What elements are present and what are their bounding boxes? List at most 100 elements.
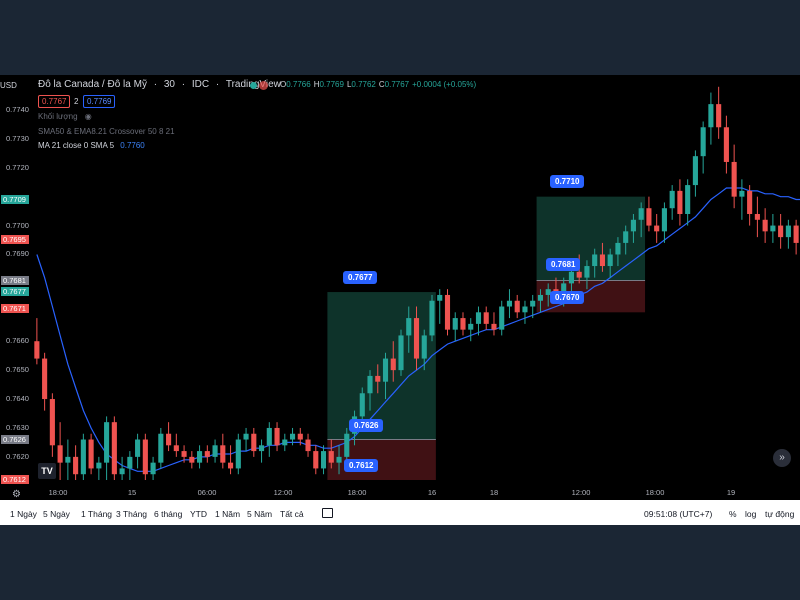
candle-25 xyxy=(228,462,234,469)
timeframe-tab[interactable]: 1 Năm xyxy=(215,509,240,519)
price-tag: 0.7626 xyxy=(1,434,29,444)
candle-59 xyxy=(491,323,497,330)
auto-toggle[interactable]: tự động xyxy=(765,509,794,519)
timeframe-tab[interactable]: 3 Tháng xyxy=(116,509,147,519)
candle-93 xyxy=(754,214,760,220)
target-price-label-1[interactable]: 0.7677 xyxy=(343,271,378,284)
candle-43 xyxy=(367,375,373,394)
timeframe-tab[interactable]: 5 Ngày xyxy=(43,509,70,519)
price-tag: 0.7681 xyxy=(1,275,29,285)
candle-31 xyxy=(274,427,280,446)
candle-51 xyxy=(429,300,435,336)
chevron-double-right-icon[interactable]: » xyxy=(773,449,791,467)
candle-29 xyxy=(258,445,265,452)
candle-23 xyxy=(212,445,218,457)
candle-2 xyxy=(49,399,55,446)
price-tick-label: 0.7690 xyxy=(6,249,29,259)
price-tick-label: 0.7640 xyxy=(6,394,29,404)
candle-87 xyxy=(708,104,714,128)
ohlc-value: 0.7766 xyxy=(286,80,311,89)
chart-area[interactable]: USD Đô la Canada / Đô la Mỹ · 30 · IDC ·… xyxy=(0,75,800,525)
candle-27 xyxy=(243,433,249,440)
timeframe-tab[interactable]: 6 tháng xyxy=(154,509,182,519)
candle-8 xyxy=(96,462,102,469)
candle-30 xyxy=(266,427,272,446)
candle-46 xyxy=(390,358,396,371)
clock-label[interactable]: 09:51:08 (UTC+7) xyxy=(644,509,712,519)
time-tick-label: 12:00 xyxy=(273,488,293,497)
candle-55 xyxy=(460,318,466,330)
candle-33 xyxy=(289,433,296,440)
candle-69 xyxy=(568,271,575,284)
time-tick-label: 16 xyxy=(427,488,437,497)
candle-91 xyxy=(739,190,745,197)
candle-75 xyxy=(615,242,621,255)
price-chart[interactable] xyxy=(0,75,800,500)
candle-44 xyxy=(375,375,381,382)
candle-11 xyxy=(119,468,125,475)
candle-54 xyxy=(452,318,458,330)
candle-72 xyxy=(592,254,598,267)
candle-35 xyxy=(305,439,311,452)
calendar-icon[interactable] xyxy=(322,508,333,518)
candle-36 xyxy=(313,451,319,469)
timeframe-tab[interactable]: 1 Ngày xyxy=(10,509,37,519)
time-tick-label: 12:00 xyxy=(571,488,591,497)
tradingview-logo-icon[interactable]: TV xyxy=(38,463,56,479)
candle-77 xyxy=(630,219,636,232)
candle-45 xyxy=(382,358,389,382)
time-tick-label: 18:00 xyxy=(645,488,665,497)
time-tick-label: 18:00 xyxy=(48,488,68,497)
candle-57 xyxy=(475,312,482,324)
candle-89 xyxy=(723,127,729,162)
price-tick-label: 0.7720 xyxy=(6,162,29,172)
candle-17 xyxy=(166,433,172,446)
timeframe-tab[interactable]: 1 Tháng xyxy=(81,509,112,519)
candle-16 xyxy=(158,433,164,463)
stop-price-label-1[interactable]: 0.7612 xyxy=(344,459,379,472)
stop-price-label-2[interactable]: 0.7670 xyxy=(550,291,585,304)
timeframe-tab[interactable]: Tất cả xyxy=(280,509,304,519)
timeframe-tab[interactable]: 5 Năm xyxy=(247,509,272,519)
candle-32 xyxy=(282,439,288,446)
ma-value: 0.7760 xyxy=(120,141,145,150)
sell-price[interactable]: 0.7767 xyxy=(38,95,71,108)
candle-79 xyxy=(646,208,652,226)
candle-48 xyxy=(406,318,412,336)
candle-96 xyxy=(778,225,784,238)
candle-19 xyxy=(181,451,187,457)
target-price-label-2[interactable]: 0.7710 xyxy=(550,175,585,188)
candle-1 xyxy=(42,358,48,400)
position-0-profit-zone xyxy=(327,292,436,440)
timeframe-tab[interactable]: YTD xyxy=(190,509,207,519)
currency-label: USD xyxy=(0,81,17,90)
entry-price-label-1[interactable]: 0.7626 xyxy=(349,419,384,432)
ma-indicator: MA 21 close 0 SMA 5 0.7760 xyxy=(38,141,145,150)
interval-label[interactable]: 30 xyxy=(164,79,175,90)
candle-38 xyxy=(328,451,334,463)
candle-65 xyxy=(537,294,544,301)
gear-icon[interactable]: ⚙ xyxy=(12,489,21,500)
candle-92 xyxy=(747,190,753,214)
candle-22 xyxy=(204,451,210,457)
delay-icon xyxy=(259,81,268,90)
candle-58 xyxy=(483,312,489,324)
log-toggle[interactable]: log xyxy=(745,509,756,519)
symbol-name[interactable]: Đô la Canada / Đô la Mỹ xyxy=(38,79,147,90)
ohlc-value: 0.7762 xyxy=(351,80,376,89)
candle-28 xyxy=(251,433,257,452)
price-tag: 0.7671 xyxy=(1,304,29,314)
candle-20 xyxy=(189,456,195,463)
buy-price[interactable]: 0.7769 xyxy=(83,95,116,108)
candle-78 xyxy=(638,208,644,220)
candle-63 xyxy=(522,306,528,313)
candle-74 xyxy=(607,254,613,267)
candle-26 xyxy=(235,439,241,469)
spread-value: 2 xyxy=(74,97,79,106)
candle-15 xyxy=(150,462,156,475)
candle-50 xyxy=(421,335,427,359)
candle-49 xyxy=(413,318,420,359)
percent-toggle[interactable]: % xyxy=(729,509,737,519)
eye-icon[interactable]: ◉ xyxy=(85,112,92,121)
entry-price-label-2[interactable]: 0.7681 xyxy=(546,258,581,271)
